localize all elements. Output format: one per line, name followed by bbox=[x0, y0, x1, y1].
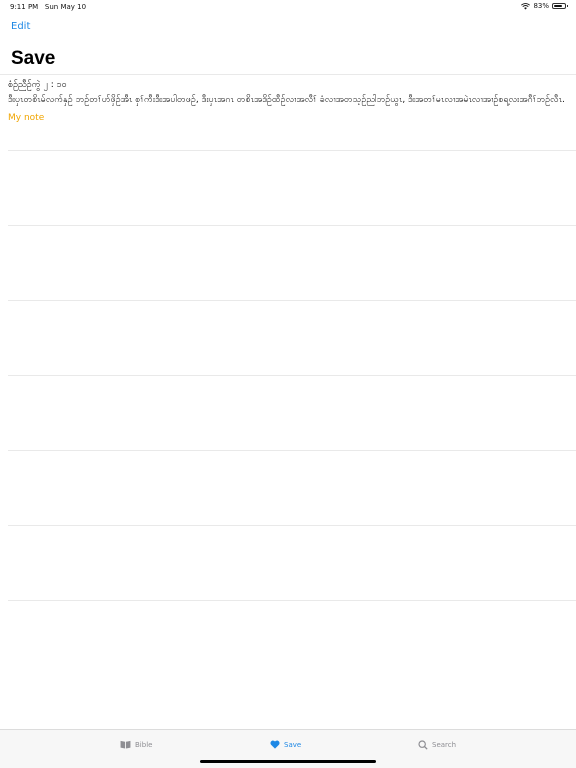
battery-percent: 83% bbox=[533, 2, 549, 10]
edit-button[interactable]: Edit bbox=[11, 21, 30, 32]
empty-row bbox=[8, 375, 576, 450]
status-time: 9:11 PM Sun May 10 bbox=[10, 3, 86, 11]
empty-row bbox=[8, 150, 576, 225]
search-icon bbox=[418, 740, 428, 750]
saved-verse-item[interactable]: စံဉ်ညီဉ်ကွဲ ၂ : ၁၀ ဒီးပှၤတစိၤမ်လက်နှဉ် ဘ… bbox=[0, 74, 576, 150]
tab-bible[interactable]: Bible bbox=[120, 740, 152, 749]
status-date: Sun May 10 bbox=[44, 3, 87, 11]
empty-row bbox=[8, 525, 576, 600]
home-indicator[interactable] bbox=[200, 760, 376, 763]
saved-verse-list[interactable]: စံဉ်ညီဉ်ကွဲ ၂ : ၁၀ ဒီးပှၤတစိၤမ်လက်နှဉ် ဘ… bbox=[0, 74, 576, 675]
heart-icon bbox=[270, 740, 280, 749]
wifi-icon bbox=[521, 2, 531, 9]
verse-text: ဒီးပှၤတစိၤမ်လက်နှဉ် ဘဉ်တၢ်ဟ်ဖှိဉ်အီၤ စှၢ… bbox=[8, 95, 565, 105]
page-title: Save bbox=[11, 48, 56, 69]
status-indicators: 83% bbox=[521, 2, 568, 10]
status-bar: 9:11 PM Sun May 10 83% bbox=[0, 0, 576, 14]
battery-icon bbox=[552, 3, 568, 9]
status-time-value: 9:11 PM bbox=[10, 3, 39, 11]
battery-fill bbox=[554, 5, 563, 7]
empty-row bbox=[8, 300, 576, 375]
empty-row bbox=[8, 450, 576, 525]
tab-bible-label: Bible bbox=[135, 740, 153, 749]
verse-note[interactable]: My note bbox=[8, 113, 570, 123]
tab-save-label: Save bbox=[284, 740, 302, 749]
tab-save[interactable]: Save bbox=[270, 740, 301, 749]
tab-search[interactable]: Search bbox=[418, 740, 456, 750]
tab-bar: Bible Save Search bbox=[0, 729, 576, 768]
tab-search-label: Search bbox=[432, 741, 457, 749]
verse-reference: စံဉ်ညီဉ်ကွဲ ၂ : ၁၀ bbox=[8, 80, 67, 90]
empty-row bbox=[8, 600, 576, 675]
empty-row bbox=[8, 225, 576, 300]
book-icon bbox=[120, 740, 131, 749]
